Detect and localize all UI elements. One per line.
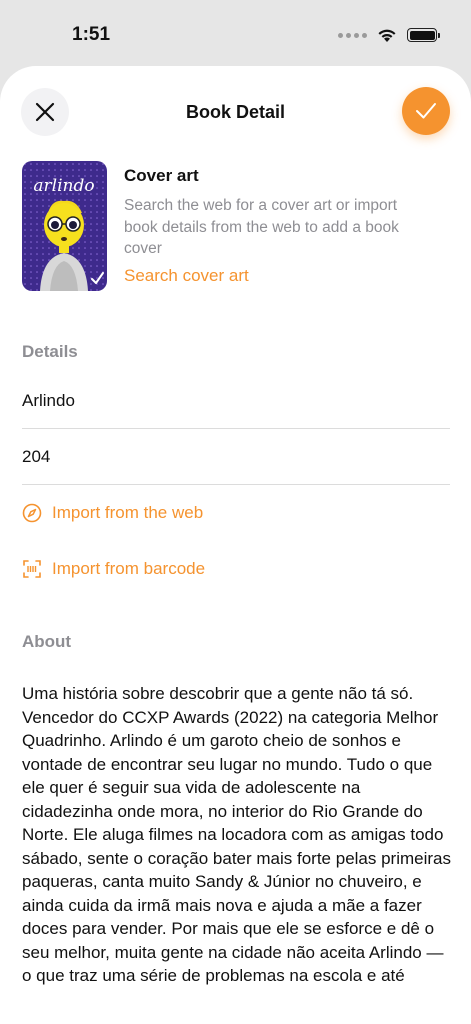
- page-title: Book Detail: [185, 102, 286, 122]
- confirm-button[interactable]: [402, 87, 450, 135]
- import-from-web-button[interactable]: Import from the web: [22, 498, 203, 528]
- import-from-web-label: Import from the web: [52, 503, 204, 522]
- divider: [22, 484, 450, 485]
- book-detail-sheet: Book Detail arlindo Cover art Search the…: [0, 66, 471, 1024]
- battery-icon: [407, 28, 440, 42]
- cover-art-heading: Cover art: [124, 166, 199, 185]
- search-cover-art-link[interactable]: Search cover art: [124, 266, 249, 286]
- status-icons: [338, 26, 440, 44]
- page-count-field[interactable]: 204: [22, 429, 450, 485]
- cellular-signal-icon: [338, 32, 367, 38]
- checkmark-icon: [416, 103, 436, 119]
- about-text[interactable]: Uma história sobre descobrir que a gente…: [22, 682, 452, 988]
- compass-icon: [22, 503, 42, 523]
- cover-art-description: Search the web for a cover art or import…: [124, 197, 399, 257]
- status-time: 1:51: [72, 24, 111, 45]
- import-from-barcode-label: Import from barcode: [52, 559, 206, 578]
- barcode-scan-icon: [23, 560, 41, 578]
- cover-title-lettering: arlindo: [33, 176, 94, 196]
- status-bar: 1:51: [0, 0, 471, 66]
- wifi-icon: [378, 29, 396, 42]
- import-from-barcode-button[interactable]: Import from barcode: [22, 554, 205, 584]
- book-cover-image[interactable]: arlindo: [22, 161, 107, 291]
- book-title-field[interactable]: Arlindo: [22, 373, 450, 429]
- details-section-label: Details: [22, 342, 78, 361]
- about-section-label: About: [22, 632, 72, 651]
